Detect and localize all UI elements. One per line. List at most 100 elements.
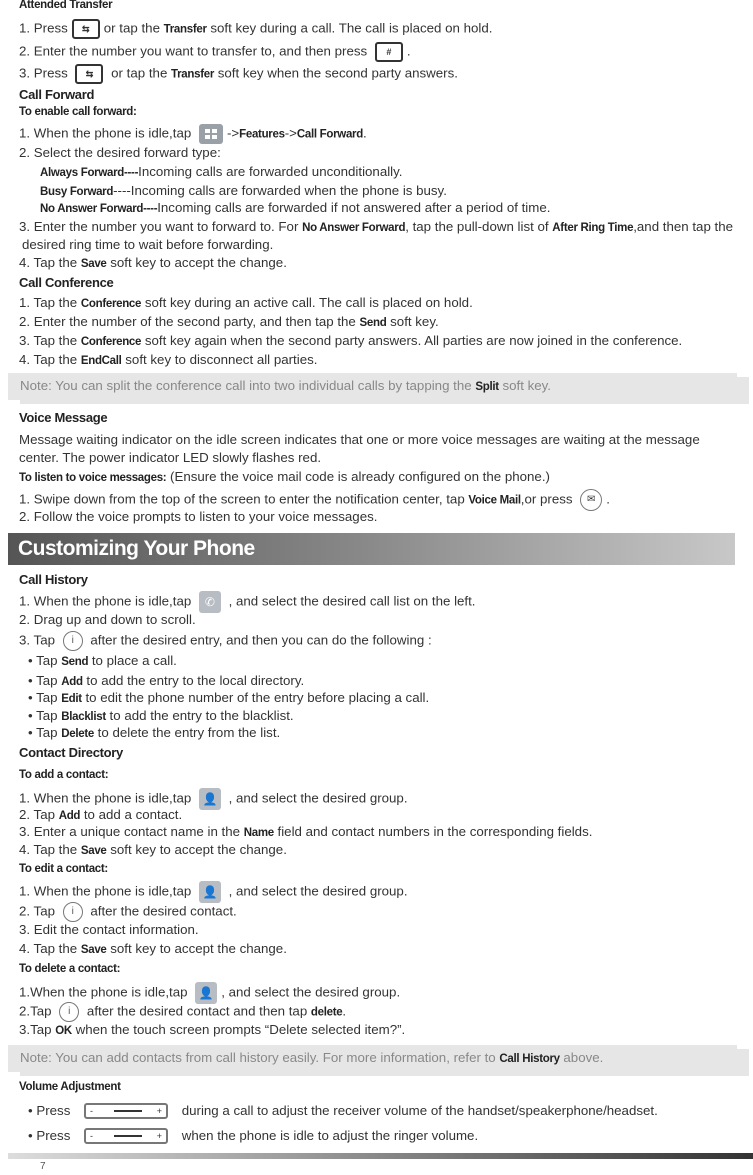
bold-term: After Ring Time bbox=[552, 222, 634, 234]
text-segment: 1. Tap the bbox=[19, 295, 81, 310]
text-segment: soft key again when the second party ans… bbox=[141, 333, 683, 348]
info-icon: i bbox=[59, 1002, 80, 1022]
bold-term: Name bbox=[243, 827, 274, 839]
text-segment: • Press bbox=[28, 1128, 75, 1143]
footer-bar bbox=[8, 1153, 753, 1159]
section-title: Customizing Your Phone bbox=[18, 537, 255, 560]
text-segment: , and select the desired group. bbox=[224, 790, 408, 806]
text-line: 1. Press ⇆ or tap the Transfer soft key du… bbox=[19, 19, 492, 39]
text-line: 3. Edit the contact information. bbox=[19, 921, 199, 939]
bold-term: EndCall bbox=[80, 355, 122, 367]
bold-term: Edit bbox=[61, 693, 82, 705]
text-line: 4. Tap the EndCall soft key to disconnec… bbox=[19, 351, 317, 370]
text-segment: 1. When the phone is idle,tap bbox=[19, 883, 195, 899]
text-segment: to delete the entry from the list. bbox=[93, 725, 281, 740]
text-line: • Tap Delete to delete the entry from th… bbox=[28, 724, 280, 743]
bold-term: Save bbox=[80, 258, 107, 270]
text-line: 4. Tap the Save soft key to accept the c… bbox=[19, 940, 287, 959]
text-segment: 3. Press bbox=[19, 65, 72, 81]
text-segment: after the desired contact. bbox=[86, 903, 237, 919]
text-segment: . bbox=[606, 491, 610, 507]
contact-icon: 👤 bbox=[198, 788, 221, 810]
text-line: 1. When the phone is idle,tap ✆ , and se… bbox=[19, 591, 476, 613]
info-icon: i bbox=[62, 902, 83, 922]
text-segment: To add a contact: bbox=[19, 769, 109, 781]
info-icon: i bbox=[62, 631, 83, 651]
bold-term: Transfer bbox=[163, 23, 207, 36]
text-line: No Answer Forward----Incoming calls are … bbox=[40, 199, 550, 218]
text-segment: 2. Enter the number of the second party,… bbox=[19, 314, 360, 329]
bold-term: Send bbox=[61, 656, 89, 668]
text-segment: Note: You can split the conference call … bbox=[20, 378, 476, 393]
text-segment: . bbox=[342, 1003, 347, 1019]
text-segment: Incoming calls are forwarded if not answ… bbox=[157, 200, 551, 215]
contact-icon: 👤 bbox=[198, 881, 221, 903]
text-segment: • Press bbox=[28, 1103, 75, 1118]
bold-term: Split bbox=[475, 381, 499, 393]
bold-term: No Answer Forward bbox=[302, 222, 406, 234]
text-segment: soft key. bbox=[498, 378, 551, 393]
text-segment: desired ring time to wait before forward… bbox=[22, 237, 274, 252]
bold-term: To listen to voice messages: bbox=[19, 472, 167, 484]
text-segment: To enable call forward: bbox=[19, 106, 137, 118]
text-segment: 2. Select the desired forward type: bbox=[19, 145, 221, 160]
transfer-key-icon: ⇆ bbox=[71, 19, 100, 39]
text-segment: soft key to accept the change. bbox=[106, 842, 287, 857]
text-segment: Contact Directory bbox=[19, 745, 123, 760]
text-line: 2. Select the desired forward type: bbox=[19, 144, 221, 162]
text-segment: after the desired contact and then tap bbox=[83, 1003, 311, 1019]
text-segment: Message waiting indicator on the idle sc… bbox=[19, 432, 700, 447]
subheading-line: To delete a contact: bbox=[19, 960, 120, 978]
text-line: 3. Press ⇆ or tap the Transfer soft key … bbox=[19, 64, 458, 84]
text-line: 4. Tap the Save soft key to accept the c… bbox=[19, 254, 287, 273]
text-segment: soft key during a call. The call is plac… bbox=[206, 20, 493, 36]
volume-key-icon bbox=[84, 1103, 169, 1120]
text-segment: , and select the desired group. bbox=[224, 883, 408, 899]
heading-line: Call History bbox=[19, 571, 88, 589]
heading-line: Voice Message bbox=[19, 409, 108, 427]
text-segment: (Ensure the voice mail code is already c… bbox=[166, 469, 550, 484]
text-segment: field and contact numbers in the corresp… bbox=[273, 824, 593, 839]
menu-icon bbox=[198, 124, 223, 144]
text-segment: Attended Transfer bbox=[19, 0, 113, 11]
bold-term: Call History bbox=[499, 1053, 560, 1065]
transfer-key-icon: ⇆ bbox=[75, 64, 104, 84]
text-segment: 2. Follow the voice prompts to listen to… bbox=[19, 509, 378, 524]
text-segment: ----Incoming calls are forwarded when th… bbox=[113, 183, 447, 198]
text-segment: or tap the bbox=[107, 65, 172, 81]
text-segment: 3. Tap the bbox=[19, 333, 81, 348]
text-segment: To edit a contact: bbox=[19, 863, 108, 875]
text-segment: 1. When the phone is idle,tap bbox=[19, 125, 195, 141]
subheading-line: To add a contact: bbox=[19, 766, 109, 784]
text-segment: • Tap bbox=[28, 653, 62, 668]
text-segment: when the phone is idle to adjust the rin… bbox=[178, 1128, 479, 1143]
text-line: Always Forward----Incoming calls are for… bbox=[40, 163, 402, 182]
text-line: • Tap Edit to edit the phone number of t… bbox=[28, 689, 429, 708]
bold-term: Save bbox=[80, 845, 107, 857]
text-line: 3. Tap i after the desired entry, and th… bbox=[19, 631, 432, 651]
text-segment: 1. Swipe down from the top of the screen… bbox=[19, 491, 469, 507]
text-line: 2. Enter the number of the second party,… bbox=[19, 313, 439, 332]
text-segment: soft key to accept the change. bbox=[106, 941, 287, 956]
text-segment: 3. Enter a unique contact name in the bbox=[19, 824, 244, 839]
text-segment: soft key to accept the change. bbox=[106, 255, 287, 270]
text-line: 1. When the phone is idle,tap ->Features… bbox=[19, 124, 367, 144]
subheading-line: To enable call forward: bbox=[19, 103, 137, 121]
text-segment: Call History bbox=[19, 572, 88, 587]
note-line: Note: You can split the conference call … bbox=[20, 377, 749, 404]
text-segment: above. bbox=[559, 1050, 604, 1065]
text-segment: to place a call. bbox=[88, 653, 177, 668]
text-line: 2. Enter the number you want to transfer… bbox=[19, 42, 411, 62]
text-segment: 2. Enter the number you want to transfer… bbox=[19, 43, 371, 59]
bold-term: Conference bbox=[80, 336, 142, 348]
page-number: 7 bbox=[40, 1161, 46, 1172]
text-segment: 2. Tap bbox=[19, 903, 59, 919]
text-segment: to add the entry to the local directory. bbox=[82, 673, 305, 688]
contact-icon: 👤 bbox=[195, 982, 218, 1004]
text-segment: 2. Drag up and down to scroll. bbox=[19, 612, 196, 627]
text-line: 3.Tap OK when the touch screen prompts “… bbox=[19, 1021, 405, 1040]
text-segment: • Tap bbox=[28, 673, 62, 688]
text-segment: 4. Tap the bbox=[19, 352, 81, 367]
text-line: 1. Tap the Conference soft key during an… bbox=[19, 294, 473, 313]
heading-line: Contact Directory bbox=[19, 744, 123, 762]
